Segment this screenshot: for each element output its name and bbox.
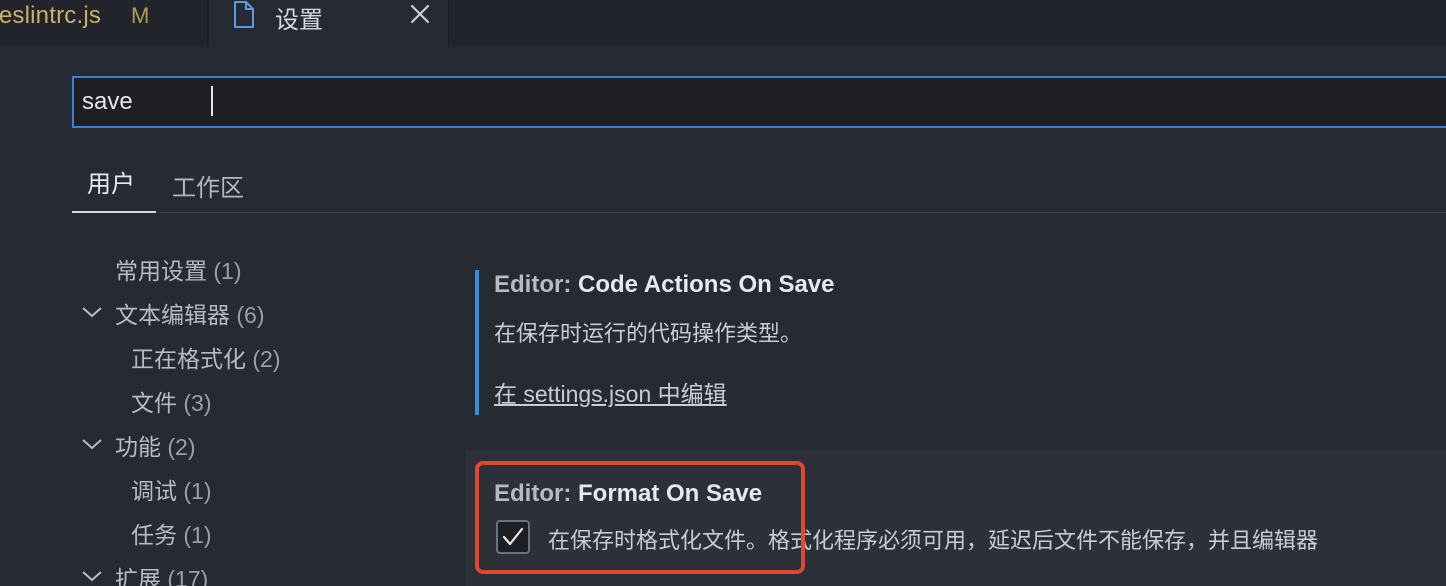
toc-item-formatting[interactable]: 正在格式化 (2): [131, 340, 281, 374]
toc-item-count: (6): [236, 302, 265, 328]
toc-item-features[interactable]: 功能 (2): [115, 428, 196, 462]
setting-focus-bar: [475, 270, 479, 415]
tab-label: 设置: [275, 7, 323, 34]
chevron-down-icon[interactable]: [81, 437, 103, 451]
tab-settings[interactable]: 设置: [209, 0, 449, 47]
setting-category: Editor:: [494, 271, 578, 298]
text-caret: [211, 86, 213, 116]
toc-item-count: (3): [183, 390, 212, 416]
tab-bar-filler: [450, 0, 1446, 47]
toc-item-count: (17): [167, 566, 209, 586]
toc-item-label: 正在格式化: [131, 346, 246, 372]
tabs-divider: [72, 212, 1446, 213]
toc-item-label: 文件: [131, 390, 177, 416]
toc-item-count: (1): [213, 258, 242, 284]
setting-description: 在保存时运行的代码操作类型。: [494, 321, 803, 346]
setting-title: Editor: Code Actions On Save: [494, 271, 835, 299]
setting-code-actions-on-save: Editor: Code Actions On Save 在保存时运行的代码操作…: [466, 255, 1446, 425]
settings-search-box[interactable]: [72, 76, 1446, 128]
toc-item-debug[interactable]: 调试 (1): [131, 472, 212, 506]
toc-item-count: (2): [167, 434, 196, 460]
file-icon: [234, 1, 254, 28]
tab-user[interactable]: 用户: [87, 164, 135, 199]
toc-item-label: 文本编辑器: [115, 302, 230, 328]
toc-item-common[interactable]: 常用设置 (1): [115, 252, 242, 286]
close-icon[interactable]: [409, 3, 431, 25]
settings-search-input[interactable]: [82, 84, 1382, 120]
toc-item-label: 扩展: [115, 566, 161, 586]
toc-item-count: (2): [252, 346, 281, 372]
toc-item-label: 任务: [131, 522, 177, 548]
toc-item-files[interactable]: 文件 (3): [131, 384, 212, 418]
annotation-highlight-box: [475, 461, 805, 574]
toc-item-label: 常用设置: [115, 258, 207, 284]
chevron-down-icon[interactable]: [81, 305, 103, 319]
settings-editor: .eslintrc.js M 设置 用户 工作区 常用设置 (1): [0, 0, 1446, 586]
edit-in-settings-json-link[interactable]: 在 settings.json 中编辑: [494, 375, 727, 409]
settings-scope-tabs: 用户 工作区: [72, 160, 1446, 216]
toc-item-text-editor[interactable]: 文本编辑器 (6): [115, 296, 265, 330]
editor-tab-bar: .eslintrc.js M 设置: [0, 0, 1446, 47]
toc-item-count: (1): [183, 522, 212, 548]
tab-workspace[interactable]: 工作区: [172, 168, 244, 203]
chevron-down-icon[interactable]: [81, 569, 103, 583]
tab-eslintrc[interactable]: .eslintrc.js M: [0, 0, 208, 47]
toc-item-extensions[interactable]: 扩展 (17): [115, 560, 208, 586]
toc-item-label: 调试: [131, 478, 177, 504]
modified-badge: M: [131, 3, 150, 28]
toc-item-label: 功能: [115, 434, 161, 460]
toc-item-count: (1): [183, 478, 212, 504]
toc-item-tasks[interactable]: 任务 (1): [131, 516, 212, 550]
setting-name: Code Actions On Save: [578, 271, 835, 298]
active-tab-indicator: [72, 211, 156, 213]
tab-label: .eslintrc.js: [0, 2, 102, 29]
